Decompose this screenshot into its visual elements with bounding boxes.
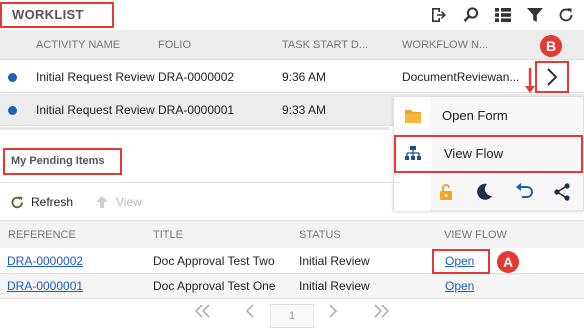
item-status: Initial Review: [299, 279, 370, 293]
item-title: Doc Approval Test Two: [153, 254, 275, 268]
search-icon[interactable]: [462, 6, 480, 24]
column-view-flow[interactable]: VIEW FLOW: [444, 229, 507, 241]
arrow-up-icon: [96, 196, 108, 208]
refresh-icon[interactable]: [10, 195, 25, 210]
share-icon[interactable]: [552, 182, 572, 202]
column-status[interactable]: STATUS: [299, 229, 341, 241]
column-reference[interactable]: REFERENCE: [8, 229, 76, 241]
worklist-column-headers: ACTIVITY NAME FOLIO TASK START D... WORK…: [0, 30, 584, 60]
callout-a: A: [497, 251, 519, 273]
chevron-right-icon: [547, 68, 558, 86]
workflow-name: DocumentReviewan...: [402, 70, 520, 84]
refresh-icon[interactable]: [557, 6, 575, 24]
worklist-header: WORKLIST: [0, 0, 584, 30]
open-form-menu-item[interactable]: Open Form: [394, 97, 583, 135]
view-flow-label: View Flow: [444, 146, 504, 161]
view-flow-menu-item[interactable]: View Flow: [394, 135, 583, 173]
column-task-start-date[interactable]: TASK START D...: [282, 39, 368, 51]
refresh-button[interactable]: Refresh: [31, 190, 73, 214]
last-page-icon[interactable]: [372, 304, 390, 318]
status-dot: [8, 73, 17, 82]
open-link-highlight: [432, 249, 490, 274]
activity-name: Initial Request Review: [36, 103, 155, 117]
list-icon[interactable]: [494, 6, 512, 24]
column-folio[interactable]: FOLIO: [158, 39, 191, 51]
worklist-divider: [0, 127, 390, 130]
pagination: 1: [0, 300, 584, 329]
worklist-title: WORKLIST: [0, 2, 114, 28]
worklist-row[interactable]: Initial Request Review DRA-0000002 9:36 …: [0, 61, 584, 93]
first-page-icon[interactable]: [194, 304, 212, 318]
pending-items-title: My Pending Items: [3, 148, 122, 175]
section-divider: [0, 182, 400, 183]
task-start: 9:33 AM: [282, 103, 327, 117]
next-page-icon[interactable]: [327, 304, 339, 318]
row-actions-popup: Open Form View Flow: [393, 96, 584, 211]
sign-out-icon[interactable]: [429, 6, 447, 24]
unlock-icon[interactable]: [436, 182, 456, 202]
view-flow-open-link[interactable]: Open: [445, 279, 474, 293]
pending-column-headers: REFERENCE TITLE STATUS VIEW FLOW: [0, 220, 584, 248]
pending-row: DRA-0000001 Doc Approval Test One Initia…: [0, 274, 584, 299]
undo-icon[interactable]: [514, 182, 534, 202]
page-number[interactable]: 1: [270, 304, 314, 328]
column-activity-name[interactable]: ACTIVITY NAME: [36, 39, 120, 51]
activity-name: Initial Request Review: [36, 70, 155, 84]
column-title[interactable]: TITLE: [153, 229, 183, 241]
item-status: Initial Review: [299, 254, 370, 268]
reference-link[interactable]: DRA-0000002: [7, 254, 83, 268]
folio: DRA-0000002: [158, 70, 235, 84]
folder-icon: [405, 110, 421, 123]
item-title: Doc Approval Test One: [153, 279, 276, 293]
column-workflow-name[interactable]: WORKFLOW N...: [402, 39, 488, 51]
folio: DRA-0000001: [158, 103, 235, 117]
task-start: 9:36 AM: [282, 70, 327, 84]
status-dot: [8, 106, 17, 115]
arrow-down-icon: [525, 68, 535, 93]
callout-b: B: [540, 35, 562, 57]
moon-icon[interactable]: [474, 182, 494, 202]
reference-link[interactable]: DRA-0000001: [7, 279, 83, 293]
filter-icon[interactable]: [526, 6, 544, 24]
open-form-label: Open Form: [442, 108, 508, 123]
flow-chart-icon: [405, 146, 421, 160]
popup-action-bar: [430, 173, 583, 211]
row-actions-button[interactable]: [535, 61, 569, 93]
previous-page-icon[interactable]: [244, 304, 256, 318]
view-button[interactable]: View: [116, 190, 142, 214]
